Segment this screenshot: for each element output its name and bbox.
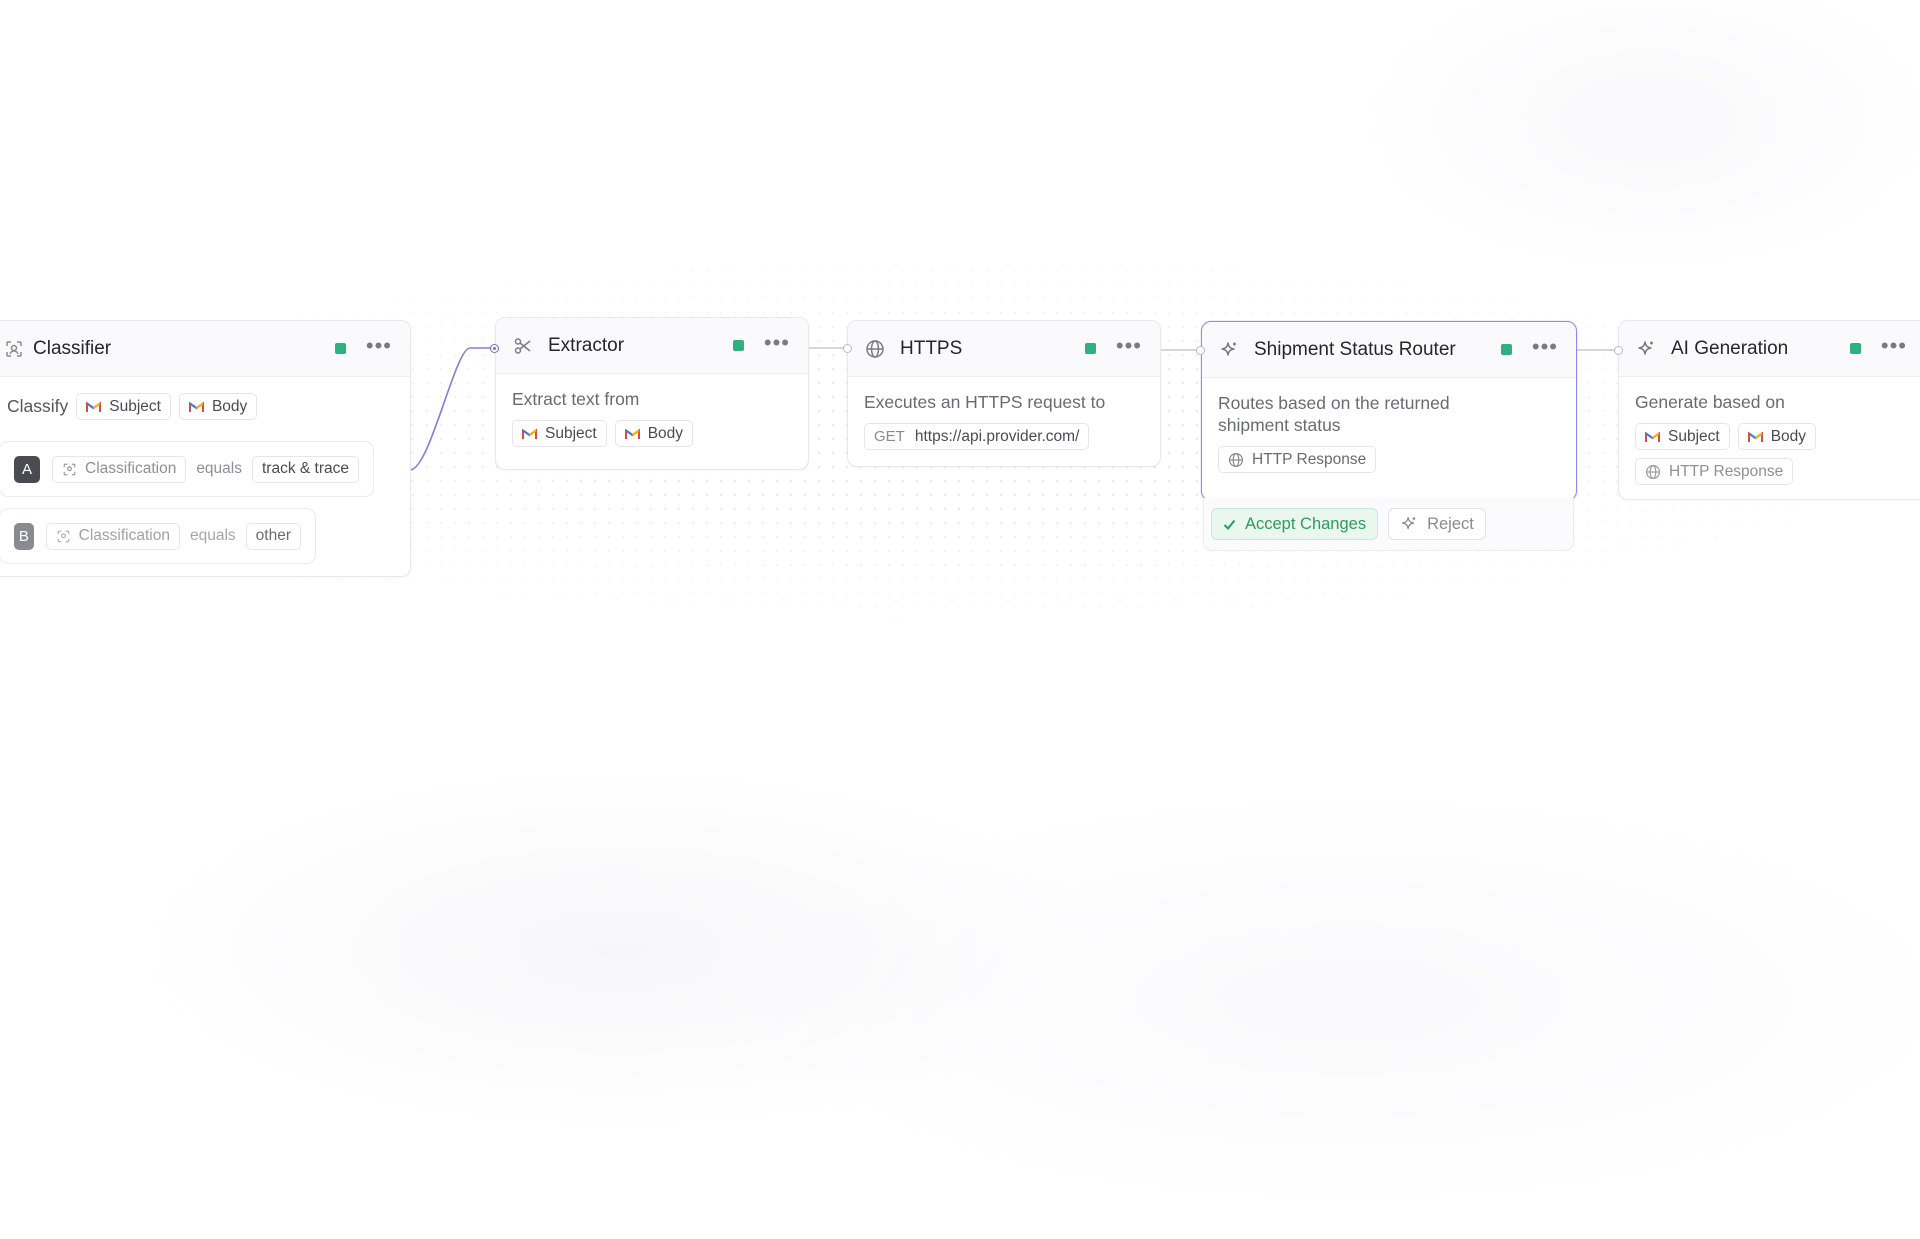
classifier-rule-b[interactable]: B Classification equals other	[0, 508, 316, 564]
rule-badge: A	[14, 455, 40, 483]
extractor-inputs: Subject Body	[512, 420, 792, 447]
gmail-icon	[522, 428, 537, 440]
input-chip-label: Body	[1770, 427, 1807, 445]
input-chip-label: HTTP Response	[1669, 462, 1784, 480]
ai-generation-input-handle[interactable]	[1614, 346, 1623, 355]
gmail-icon	[1747, 431, 1763, 443]
extractor-status-indicator	[732, 340, 744, 351]
router-node-body: Routes based on the returned shipment st…	[1202, 378, 1576, 489]
http-method: GET	[874, 428, 905, 445]
input-chip-label: Body	[647, 424, 684, 442]
extractor-title: Extractor	[548, 334, 625, 356]
rule-badge: B	[14, 522, 34, 550]
change-review-bar: Accept Changes Reject	[1203, 498, 1574, 551]
https-node-header[interactable]: HTTPS •••	[848, 321, 1160, 377]
classifier-node-header[interactable]: Classifier •••	[0, 321, 410, 377]
https-input-handle[interactable]	[843, 344, 852, 353]
https-node[interactable]: HTTPS ••• Executes an HTTPS request to G…	[847, 320, 1161, 467]
classifier-icon	[56, 529, 71, 544]
input-chip-body[interactable]: Body	[178, 393, 258, 420]
classifier-icon	[3, 338, 25, 360]
classifier-icon	[62, 462, 77, 477]
router-description: Routes based on the returned shipment st…	[1218, 393, 1450, 435]
classifier-title: Classifier	[33, 337, 112, 359]
input-chip-http-response[interactable]: HTTP Response	[1635, 458, 1794, 485]
classifier-rule-a[interactable]: A Classification equals track & trace	[0, 441, 374, 497]
https-description: Executes an HTTPS request to	[864, 392, 1106, 412]
input-chip-label: Body	[211, 397, 248, 415]
https-more-icon[interactable]: •••	[1116, 334, 1142, 357]
classifier-node-body: Classify Subject Body	[0, 377, 410, 436]
request-url-chip[interactable]: GET https://api.provider.com/	[864, 423, 1090, 450]
router-status-indicator	[1500, 344, 1512, 355]
rule-field-chip[interactable]: Classification	[52, 455, 187, 483]
rule-field-chip[interactable]: Classification	[45, 522, 180, 550]
rule-field-label: Classification	[85, 460, 177, 477]
sparkle-icon	[1400, 515, 1418, 533]
ai-generation-node-body: Generate based on Subject Body HTTP Resp…	[1619, 377, 1920, 501]
https-request: GET https://api.provider.com/	[864, 423, 1144, 450]
input-chip-label: Subject	[109, 397, 161, 415]
classifier-more-icon[interactable]: •••	[366, 334, 392, 357]
scissors-icon	[512, 335, 534, 357]
ai-generation-description: Generate based on	[1635, 392, 1785, 412]
https-status-indicator	[1084, 343, 1096, 354]
globe-icon	[864, 338, 886, 360]
sparkle-icon	[1635, 338, 1657, 360]
https-node-body: Executes an HTTPS request to GET https:/…	[848, 377, 1160, 466]
ai-generation-title: AI Generation	[1671, 337, 1789, 359]
router-title: Shipment Status Router	[1254, 338, 1456, 360]
request-url: https://api.provider.com/	[914, 427, 1080, 445]
globe-icon	[1228, 452, 1244, 468]
rule-operator: equals	[189, 527, 236, 544]
reject-button[interactable]: Reject	[1388, 508, 1486, 540]
ai-generation-more-icon[interactable]: •••	[1881, 334, 1907, 357]
extractor-more-icon[interactable]: •••	[764, 331, 790, 354]
input-chip-subject[interactable]: Subject	[1635, 423, 1730, 450]
sparkle-icon	[1218, 339, 1240, 361]
input-chip-label: Subject	[545, 424, 597, 442]
router-more-icon[interactable]: •••	[1532, 335, 1558, 358]
reject-label: Reject	[1427, 514, 1474, 533]
rule-operator: equals	[196, 460, 242, 477]
input-chip-label: Subject	[1668, 427, 1720, 445]
accept-changes-button[interactable]: Accept Changes	[1211, 508, 1379, 540]
extractor-input-handle[interactable]	[490, 344, 499, 353]
input-chip-label: HTTP Response	[1252, 450, 1367, 468]
input-chip-subject[interactable]: Subject	[512, 420, 607, 447]
rule-value-chip[interactable]: other	[245, 522, 301, 550]
classifier-status-indicator	[334, 343, 346, 354]
gmail-icon	[624, 428, 640, 440]
classifier-node[interactable]: Classifier ••• Classify Subject Body A C…	[0, 320, 411, 577]
classify-label: Classify	[7, 396, 69, 416]
rule-value-chip[interactable]: track & trace	[252, 455, 359, 483]
extractor-node-header[interactable]: Extractor •••	[496, 318, 808, 374]
classify-inputs-row: Classify Subject Body	[7, 393, 384, 420]
router-inputs: HTTP Response	[1218, 446, 1560, 473]
rule-field-label: Classification	[78, 527, 170, 544]
gmail-icon	[86, 401, 102, 413]
checkmark-icon	[1223, 518, 1236, 531]
input-chip-http-response[interactable]: HTTP Response	[1218, 446, 1377, 473]
ai-generation-status-indicator	[1849, 343, 1861, 354]
extractor-node[interactable]: Extractor ••• Extract text from Subject …	[495, 317, 809, 470]
workflow-canvas[interactable]: Classifier ••• Classify Subject Body A C…	[0, 0, 1920, 1239]
input-chip-subject[interactable]: Subject	[76, 393, 171, 420]
input-chip-body[interactable]: Body	[1737, 423, 1817, 450]
extractor-description: Extract text from	[512, 389, 640, 409]
ai-generation-inputs: Subject Body HTTP Response	[1635, 423, 1855, 485]
globe-icon	[1645, 464, 1661, 480]
gmail-icon	[188, 401, 204, 413]
input-chip-body[interactable]: Body	[614, 420, 694, 447]
ai-generation-node-header[interactable]: AI Generation •••	[1619, 321, 1920, 377]
gmail-icon	[1645, 431, 1660, 443]
accept-changes-label: Accept Changes	[1245, 514, 1367, 533]
https-title: HTTPS	[900, 337, 963, 359]
extractor-node-body: Extract text from Subject Body	[496, 374, 808, 463]
router-node[interactable]: Shipment Status Router ••• Routes based …	[1201, 321, 1577, 501]
router-node-header[interactable]: Shipment Status Router •••	[1202, 322, 1576, 378]
router-input-handle[interactable]	[1196, 346, 1205, 355]
ai-generation-node[interactable]: AI Generation ••• Generate based on Subj…	[1618, 320, 1920, 500]
